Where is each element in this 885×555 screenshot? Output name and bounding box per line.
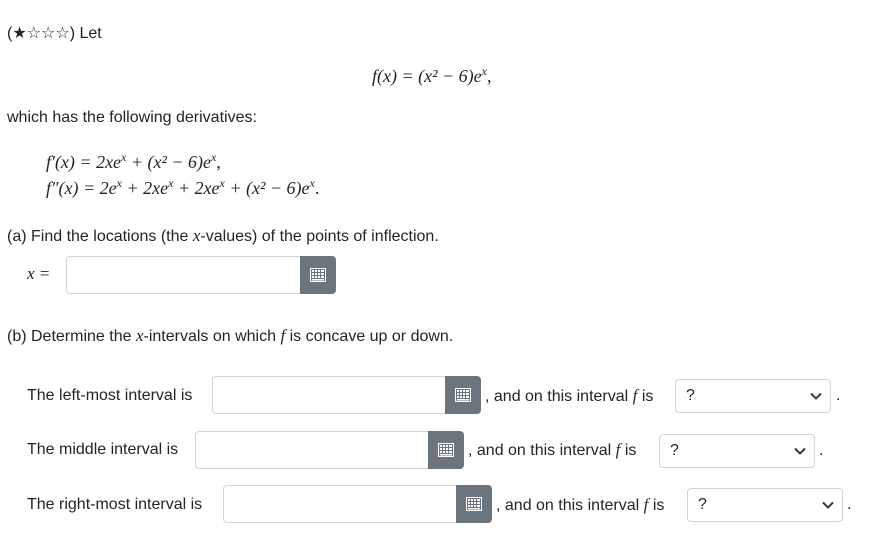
problem-header: (★☆☆☆) Let — [7, 24, 102, 44]
middle-interval-label: The middle interval is — [27, 441, 179, 458]
left-mid-post: is — [637, 388, 654, 405]
left-select-value: ? — [686, 387, 695, 404]
middle-select-value: ? — [670, 442, 679, 459]
part-b-q-mid: -intervals on which — [143, 328, 281, 345]
part-b-question: (b) Determine the x-intervals on which f… — [7, 326, 453, 347]
d2-part-a: f″(x) = 2e — [46, 178, 117, 198]
chevron-down-icon — [794, 435, 806, 467]
middle-concavity-select[interactable]: ? — [659, 434, 815, 468]
math-editor-icon — [455, 388, 471, 402]
left-period: . — [836, 387, 841, 404]
part-a-q-pre: (a) Find the locations (the — [7, 228, 193, 245]
function-comma: , — [486, 66, 492, 86]
part-a-q-post: -values) of the points of inflection. — [200, 228, 439, 245]
right-mid-pre: , and on this interval — [496, 497, 644, 514]
left-interval-input[interactable] — [212, 376, 446, 414]
part-b-q-post: is concave up or down. — [285, 328, 454, 345]
first-derivative: f′(x) = 2xex + (x² − 6)ex, — [46, 150, 221, 173]
middle-interval-input[interactable] — [195, 431, 429, 469]
d1-part-a: f′(x) = 2xe — [46, 152, 122, 172]
d1-part-b: + (x² − 6)e — [126, 152, 212, 172]
inflection-points-input[interactable] — [66, 256, 301, 294]
d2-part-c: + 2xe — [173, 178, 220, 198]
right-interval-label: The right-most interval is — [27, 496, 203, 513]
part-b-q-pre: (b) Determine the — [7, 328, 136, 345]
left-interval-label: The left-most interval is — [27, 387, 193, 404]
left-mid-pre: , and on this interval — [485, 388, 633, 405]
math-editor-button-left[interactable] — [445, 376, 481, 414]
math-editor-icon — [310, 268, 326, 282]
math-editor-icon — [438, 443, 454, 457]
right-select-value: ? — [698, 496, 707, 513]
right-concavity-select[interactable]: ? — [687, 488, 843, 522]
function-expression: f(x) = (x² − 6)e — [372, 66, 482, 86]
right-period: . — [847, 496, 852, 513]
middle-mid-pre: , and on this interval — [468, 442, 616, 459]
middle-mid-post: is — [620, 442, 637, 459]
left-concavity-select[interactable]: ? — [675, 379, 831, 413]
derivatives-intro: which has the following derivatives: — [7, 109, 257, 126]
d2-part-b: + 2xe — [121, 178, 169, 198]
math-editor-button-middle[interactable] — [428, 431, 464, 469]
middle-concavity-text: , and on this interval f is — [468, 440, 636, 461]
right-concavity-text: , and on this interval f is — [496, 495, 664, 516]
left-concavity-text: , and on this interval f is — [485, 386, 653, 407]
right-interval-input[interactable] — [223, 485, 457, 523]
x-equals-label: x = — [27, 264, 51, 283]
second-derivative: f″(x) = 2ex + 2xex + 2xex + (x² − 6)ex. — [46, 176, 319, 199]
math-editor-icon — [466, 497, 482, 511]
part-a-question: (a) Find the locations (the x-values) of… — [7, 226, 439, 247]
chevron-down-icon — [822, 489, 834, 521]
d2-period: . — [314, 178, 320, 198]
math-editor-button-a[interactable] — [300, 256, 336, 294]
chevron-down-icon — [810, 380, 822, 412]
d2-part-d: + (x² − 6)e — [224, 178, 310, 198]
math-editor-button-right[interactable] — [456, 485, 492, 523]
intro-text: Let — [79, 25, 102, 42]
right-mid-post: is — [648, 497, 665, 514]
middle-period: . — [819, 442, 824, 459]
difficulty-stars: (★☆☆☆) — [7, 25, 76, 42]
function-definition: f(x) = (x² − 6)ex, — [372, 64, 491, 87]
d1-comma: , — [216, 152, 221, 172]
